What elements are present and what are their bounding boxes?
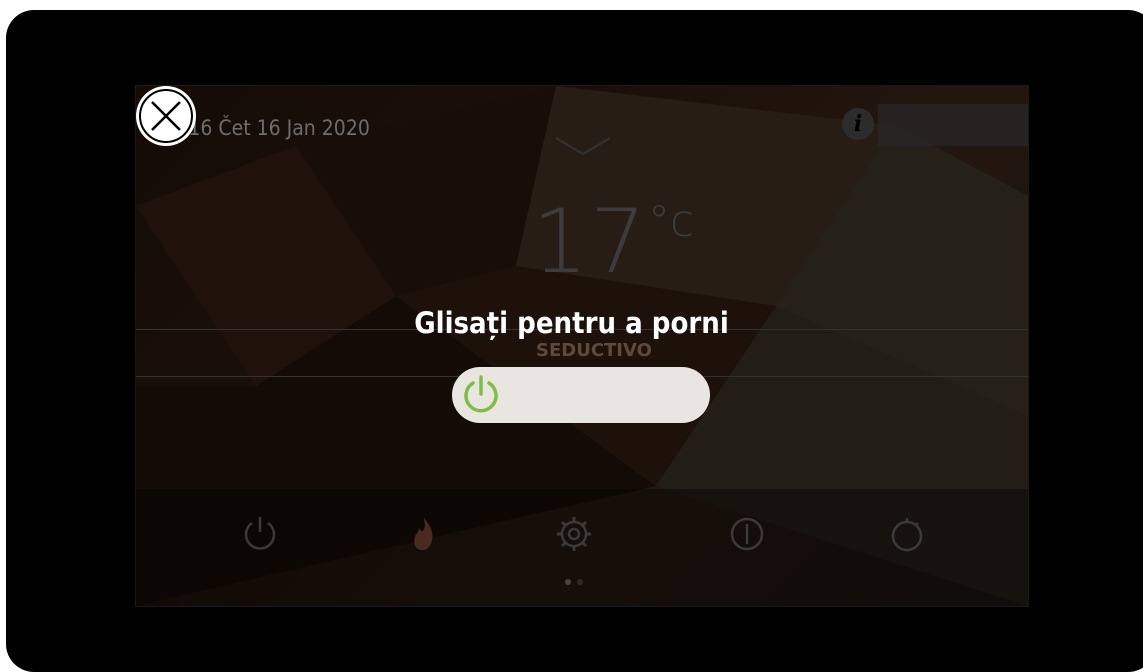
close-button[interactable] bbox=[136, 86, 196, 146]
power-icon[interactable] bbox=[456, 370, 506, 420]
page-indicator-dot bbox=[577, 579, 583, 585]
temperature-display: 17°c bbox=[532, 190, 694, 293]
info-bar bbox=[878, 104, 1028, 146]
temperature-unit: °c bbox=[647, 196, 695, 247]
power-icon[interactable] bbox=[240, 514, 280, 554]
mode-label: SEDUCTIVO bbox=[536, 340, 652, 361]
page-indicator-dot bbox=[565, 579, 571, 585]
chevron-down-icon[interactable] bbox=[554, 134, 612, 158]
stove-display: :16 Čet 16 Jan 2020 i 17°c SEDUCTIVO bbox=[135, 85, 1029, 607]
timer-icon[interactable] bbox=[887, 514, 927, 554]
date-time-label: :16 Čet 16 Jan 2020 bbox=[182, 116, 370, 140]
swipe-to-start-slider[interactable] bbox=[452, 367, 710, 423]
info-icon[interactable]: i bbox=[842, 108, 874, 140]
swipe-prompt: Glisați pentru a porni bbox=[414, 306, 729, 340]
close-icon bbox=[139, 89, 193, 143]
temperature-value: 17 bbox=[532, 190, 648, 293]
gear-icon[interactable] bbox=[554, 514, 594, 554]
info-circle-icon[interactable] bbox=[727, 514, 767, 554]
flame-icon[interactable] bbox=[404, 514, 444, 554]
